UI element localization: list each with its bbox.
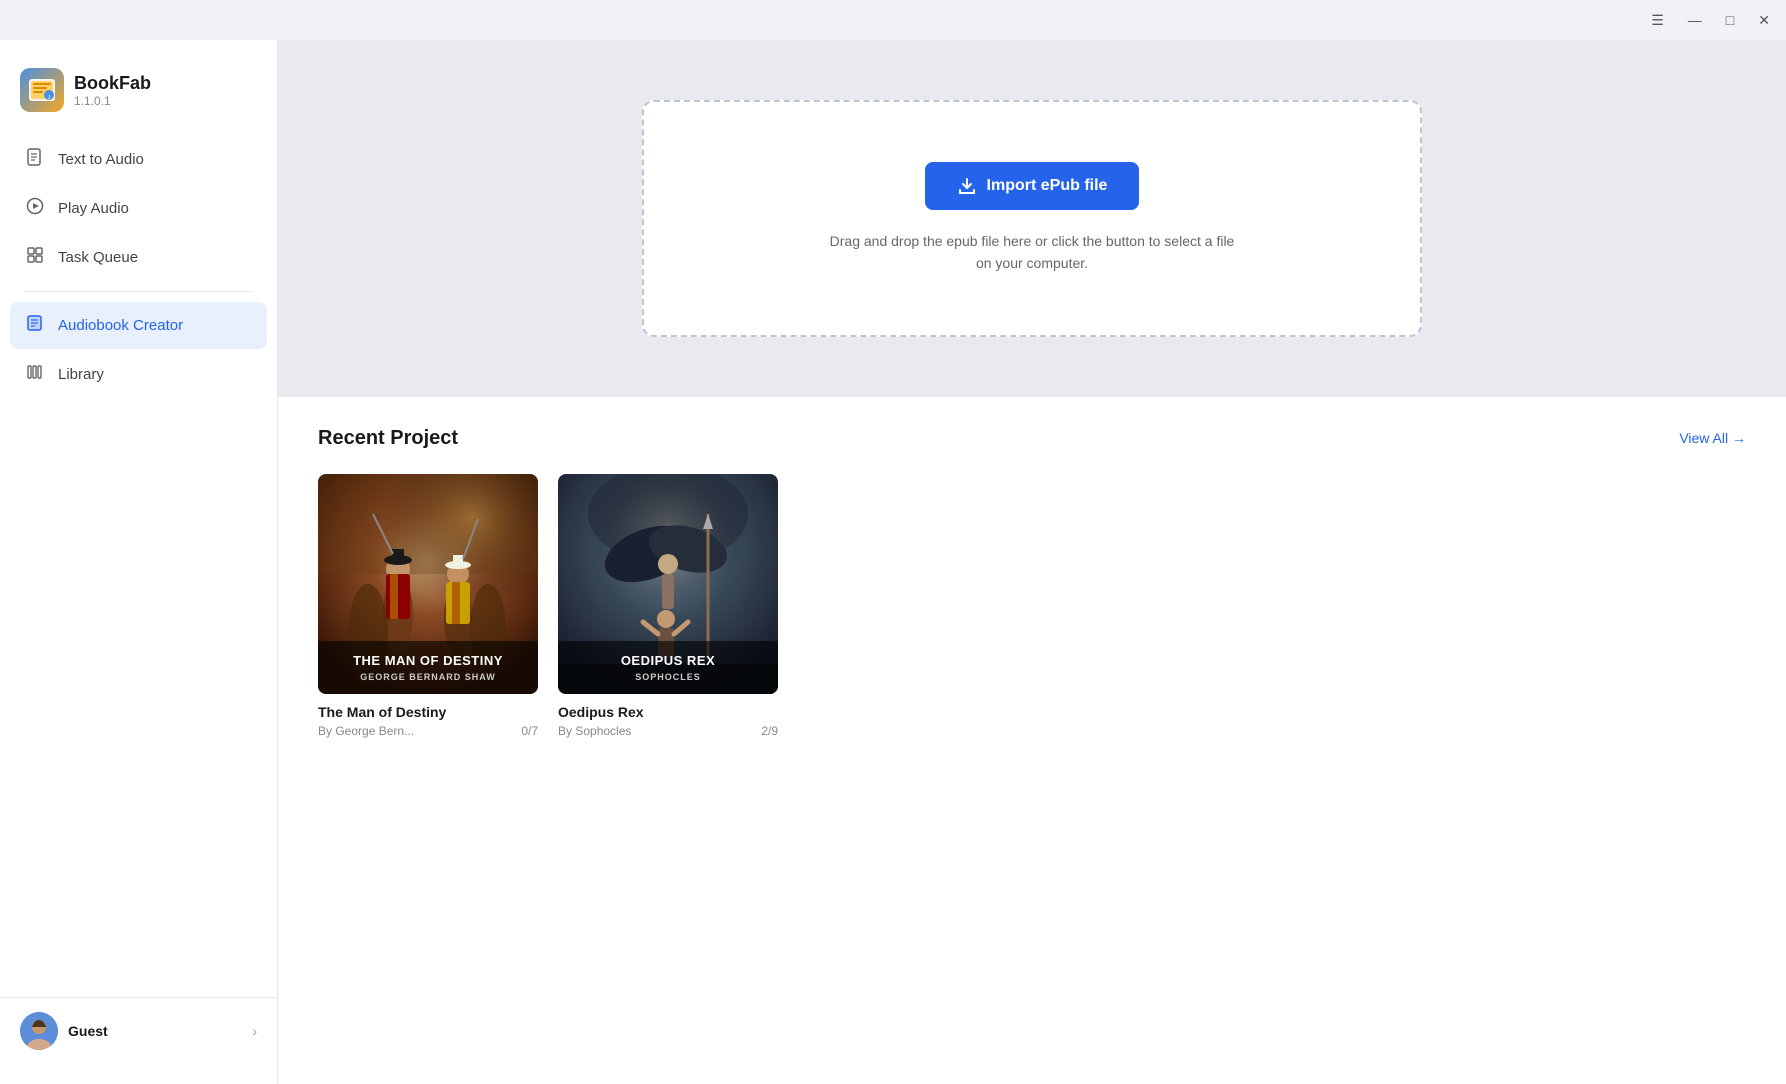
sidebar-item-label-library: Library — [58, 366, 104, 383]
import-button-label: Import ePub file — [987, 177, 1108, 195]
book2-cover-title: OEDIPUS REX — [570, 653, 766, 670]
nav-divider — [24, 291, 253, 292]
play-icon — [24, 197, 46, 220]
recent-title: Recent Project — [318, 427, 458, 450]
import-icon — [957, 176, 977, 196]
project-card-oedipus-rex[interactable]: OEDIPUS REX SOPHOCLES Oedipus Rex By Sop… — [558, 474, 778, 738]
project-author-1: By George Bern... — [318, 724, 414, 738]
project-progress-2: 2/9 — [761, 724, 778, 738]
title-bar: ☰ — □ ✕ — [0, 0, 1786, 40]
logo-area: ♪ BookFab 1.1.0.1 — [0, 60, 277, 136]
app-version: 1.1.0.1 — [74, 94, 151, 108]
sidebar-item-label-play-audio: Play Audio — [58, 200, 129, 217]
app-name: BookFab — [74, 73, 151, 94]
recent-header: Recent Project View All → — [318, 427, 1746, 450]
drop-zone[interactable]: Import ePub file Drag and drop the epub … — [642, 100, 1422, 337]
maximize-button[interactable]: □ — [1722, 8, 1738, 32]
svg-text:♪: ♪ — [47, 92, 51, 101]
book1-title-overlay: THE MAN OF DESTINY GEORGE BERNARD SHAW — [318, 641, 538, 694]
project-cover-1: THE MAN OF DESTINY GEORGE BERNARD SHAW — [318, 474, 538, 694]
main-content: Import ePub file Drag and drop the epub … — [278, 40, 1786, 1084]
sidebar-item-label-task-queue: Task Queue — [58, 249, 138, 266]
book1-cover-author: GEORGE BERNARD SHAW — [330, 672, 526, 682]
window-controls: ☰ — □ ✕ — [1647, 8, 1774, 33]
menu-button[interactable]: ☰ — [1647, 8, 1668, 33]
project-meta-1: By George Bern... 0/7 — [318, 724, 538, 738]
user-name: Guest — [68, 1023, 242, 1039]
sidebar-item-play-audio[interactable]: Play Audio — [10, 185, 267, 232]
minimize-button[interactable]: — — [1684, 8, 1706, 32]
book-icon — [24, 314, 46, 337]
import-epub-button[interactable]: Import ePub file — [925, 162, 1140, 210]
grid-icon — [24, 246, 46, 269]
project-author-2: By Sophocles — [558, 724, 631, 738]
recent-section: Recent Project View All → — [278, 397, 1786, 1084]
user-area[interactable]: Guest › — [0, 997, 277, 1064]
logo-svg: ♪ — [27, 75, 57, 105]
project-cover-2: OEDIPUS REX SOPHOCLES — [558, 474, 778, 694]
nav-section: Text to Audio Play Audio — [0, 136, 277, 997]
project-meta-2: By Sophocles 2/9 — [558, 724, 778, 738]
drop-hint: Drag and drop the epub file here or clic… — [822, 230, 1242, 275]
app-container: ♪ BookFab 1.1.0.1 Text — [0, 40, 1786, 1084]
book2-cover-author: SOPHOCLES — [570, 672, 766, 682]
close-button[interactable]: ✕ — [1754, 8, 1774, 33]
view-all-link[interactable]: View All → — [1679, 430, 1746, 446]
project-progress-1: 0/7 — [521, 724, 538, 738]
avatar — [20, 1012, 58, 1050]
logo-text: BookFab 1.1.0.1 — [74, 73, 151, 108]
sidebar-item-library[interactable]: Library — [10, 351, 267, 398]
book2-title-overlay: OEDIPUS REX SOPHOCLES — [558, 641, 778, 694]
app-logo-icon: ♪ — [20, 68, 64, 112]
book1-cover-title: THE MAN OF DESTINY — [330, 653, 526, 670]
projects-grid: THE MAN OF DESTINY GEORGE BERNARD SHAW T… — [318, 474, 1746, 738]
doc-icon — [24, 148, 46, 171]
sidebar-item-text-to-audio[interactable]: Text to Audio — [10, 136, 267, 183]
sidebar-item-label-audiobook-creator: Audiobook Creator — [58, 317, 183, 334]
avatar-svg — [20, 1012, 58, 1050]
sidebar-item-label-text-to-audio: Text to Audio — [58, 151, 144, 168]
project-name-2: Oedipus Rex — [558, 704, 778, 720]
sidebar-item-task-queue[interactable]: Task Queue — [10, 234, 267, 281]
sidebar: ♪ BookFab 1.1.0.1 Text — [0, 40, 278, 1084]
top-section: Import ePub file Drag and drop the epub … — [278, 40, 1786, 397]
project-name-1: The Man of Destiny — [318, 704, 538, 720]
user-chevron-icon: › — [252, 1023, 257, 1039]
library-icon — [24, 363, 46, 386]
sidebar-item-audiobook-creator[interactable]: Audiobook Creator — [10, 302, 267, 349]
project-card-man-of-destiny[interactable]: THE MAN OF DESTINY GEORGE BERNARD SHAW T… — [318, 474, 538, 738]
